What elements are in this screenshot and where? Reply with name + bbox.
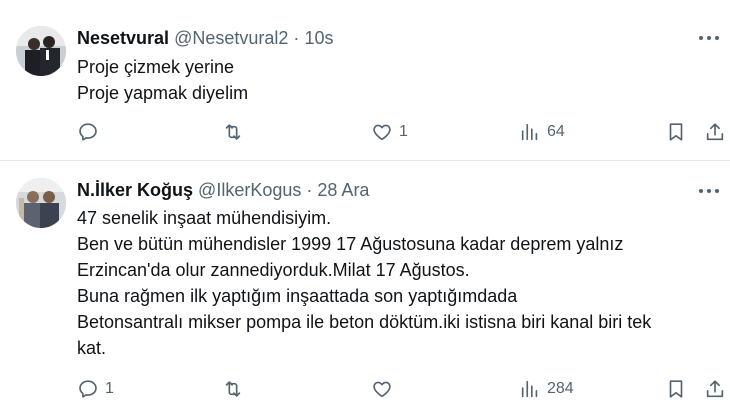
reply-count: 1	[105, 380, 114, 397]
bookmark-icon	[669, 380, 683, 398]
retweet-button[interactable]	[222, 120, 250, 144]
tweet-line: Buna rağmen ilk yaptığım inşaattada son …	[77, 286, 518, 306]
more-icon[interactable]	[696, 28, 722, 48]
author-name[interactable]: Nesetvural	[77, 28, 169, 48]
views-count: 284	[547, 380, 574, 397]
tweet-line: Proje çizmek yerine	[77, 57, 235, 77]
like-button[interactable]	[371, 377, 399, 401]
author-handle[interactable]: @Nesetvural2	[174, 28, 288, 48]
retweet-icon	[225, 124, 241, 140]
author-handle[interactable]: @IlkerKogus	[198, 180, 301, 200]
more-icon[interactable]	[696, 181, 722, 201]
action-bar: 1 284	[0, 377, 730, 401]
tweet-line: Betonsantralı mikser pompa ile beton dök…	[77, 312, 652, 332]
avatar[interactable]	[16, 178, 66, 228]
tweet-line: Proje yapmak diyelim	[77, 83, 249, 103]
share-icon	[706, 380, 724, 398]
separator: ·	[293, 28, 300, 48]
share-button[interactable]	[704, 120, 726, 144]
views-button[interactable]: 284	[519, 377, 574, 401]
like-count: 1	[399, 123, 408, 140]
tweet[interactable]: Nesetvural @Nesetvural2 · 10s Proje çizm…	[0, 0, 730, 161]
bookmark-button[interactable]	[665, 120, 687, 144]
timestamp[interactable]: 10s	[304, 28, 333, 48]
bookmark-icon	[669, 123, 683, 141]
timestamp[interactable]: 28 Ara	[317, 180, 369, 200]
tweet-line: kat.	[77, 338, 107, 358]
like-icon	[373, 381, 391, 398]
retweet-icon	[225, 381, 241, 397]
share-button[interactable]	[704, 377, 726, 401]
separator: ·	[306, 180, 313, 200]
views-icon	[521, 123, 538, 141]
tweet-line: Erzincan'da olur zannediyorduk.Milat 17 …	[77, 260, 470, 280]
tweet-text: Proje çizmek yerine Proje yapmak diyelim	[77, 54, 697, 106]
tweet-text: 47 senelik inşaat mühendisiyim. Ben ve b…	[77, 205, 697, 361]
author-name[interactable]: N.İlker Koğuş	[77, 180, 193, 200]
views-button[interactable]: 64	[519, 120, 565, 144]
tweet-header: Nesetvural @Nesetvural2 · 10s	[77, 27, 333, 49]
bookmark-button[interactable]	[665, 377, 687, 401]
reply-icon	[79, 380, 97, 398]
tweet-line: 47 senelik inşaat mühendisiyim.	[77, 208, 332, 228]
avatar[interactable]	[16, 26, 66, 76]
reply-button[interactable]	[77, 120, 105, 144]
reply-icon	[79, 123, 97, 141]
views-count: 64	[547, 123, 565, 140]
retweet-button[interactable]	[222, 377, 250, 401]
share-icon	[706, 123, 724, 141]
reply-button[interactable]: 1	[77, 377, 114, 401]
like-button[interactable]: 1	[371, 120, 408, 144]
action-bar: 1 64	[0, 120, 730, 144]
like-icon	[373, 124, 391, 141]
views-icon	[521, 380, 538, 398]
tweet-header: N.İlker Koğuş @IlkerKogus · 28 Ara	[77, 179, 369, 201]
tweet[interactable]: N.İlker Koğuş @IlkerKogus · 28 Ara 47 se…	[0, 161, 730, 420]
tweet-line: Ben ve bütün mühendisler 1999 17 Ağustos…	[77, 234, 624, 254]
